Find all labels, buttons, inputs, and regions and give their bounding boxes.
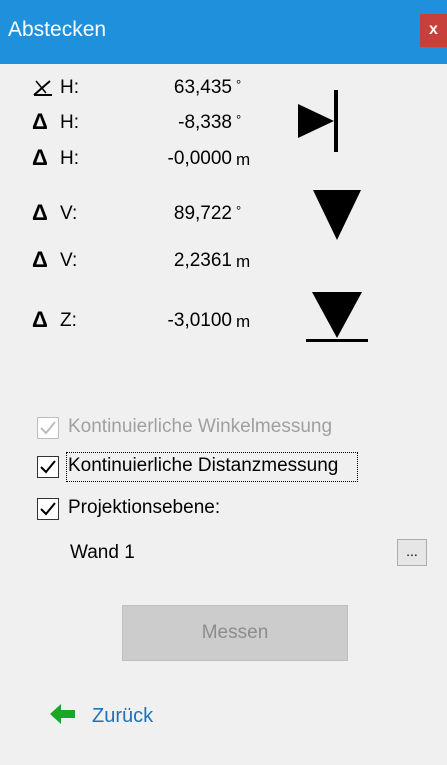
measure-button[interactable]: Messen bbox=[122, 605, 348, 661]
reading-value: -3,0100 bbox=[167, 310, 232, 331]
projection-plane-value: Wand 1 bbox=[70, 542, 135, 563]
reading-label: H: bbox=[60, 77, 79, 98]
reading-value: -8,338 bbox=[178, 112, 232, 133]
angle-symbol-icon bbox=[32, 78, 54, 103]
reading-unit: ° bbox=[236, 77, 242, 92]
reading-value: 2,2361 bbox=[173, 250, 232, 271]
reading-unit: ° bbox=[236, 112, 242, 127]
window-title: Abstecken bbox=[8, 18, 107, 41]
reading-value: 63,435 bbox=[173, 77, 232, 98]
back-link[interactable]: Zurück bbox=[50, 701, 153, 731]
delta-symbol: Δ bbox=[32, 247, 48, 272]
triangle-down-to-bar-icon bbox=[306, 292, 368, 349]
continuous-angle-checkbox[interactable] bbox=[37, 417, 59, 439]
delta-symbol: Δ bbox=[32, 200, 48, 225]
title-bar: Abstecken x bbox=[0, 0, 447, 64]
continuous-angle-label: Kontinuierliche Winkelmessung bbox=[68, 416, 333, 437]
reading-value: 89,722 bbox=[173, 203, 232, 224]
reading-label: V: bbox=[60, 203, 78, 224]
reading-label: H: bbox=[60, 148, 79, 169]
reading-label: V: bbox=[60, 250, 78, 271]
reading-unit: m bbox=[236, 252, 251, 271]
projection-plane-checkbox[interactable] bbox=[37, 498, 59, 520]
reading-unit: m bbox=[236, 312, 251, 331]
continuous-distance-checkbox[interactable] bbox=[37, 456, 59, 478]
close-button[interactable]: x bbox=[420, 14, 447, 47]
delta-symbol: Δ bbox=[32, 145, 48, 170]
delta-symbol: Δ bbox=[32, 109, 48, 134]
reading-unit: m bbox=[236, 150, 251, 169]
arrow-right-to-bar-icon bbox=[296, 90, 348, 157]
arrow-left-icon bbox=[50, 703, 76, 730]
browse-button[interactable]: ... bbox=[397, 539, 427, 566]
reading-unit: ° bbox=[236, 203, 242, 218]
continuous-distance-label: Kontinuierliche Distanzmessung bbox=[68, 455, 339, 476]
reading-label: Z: bbox=[60, 310, 77, 331]
reading-label: H: bbox=[60, 112, 79, 133]
reading-value: -0,0000 bbox=[167, 148, 232, 169]
back-label: Zurück bbox=[92, 704, 154, 727]
delta-symbol: Δ bbox=[32, 307, 48, 332]
projection-plane-label: Projektionsebene: bbox=[68, 497, 221, 518]
triangle-down-icon bbox=[313, 188, 361, 245]
